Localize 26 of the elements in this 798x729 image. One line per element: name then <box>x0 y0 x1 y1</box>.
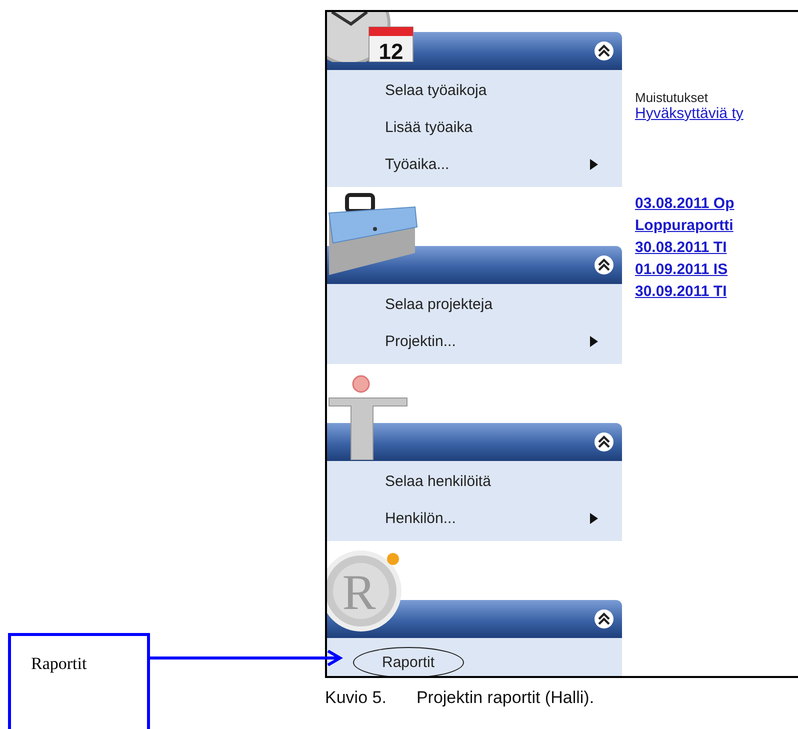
menu-item[interactable]: Työaika... <box>385 156 450 173</box>
briefcase-icon <box>327 193 419 277</box>
menu-item[interactable]: Selaa henkilöitä <box>385 473 491 490</box>
collapse-icon[interactable] <box>594 609 614 629</box>
deadline-link[interactable]: 01.09.2011 IS <box>635 260 744 279</box>
submenu-arrow-icon <box>590 513 598 524</box>
collapse-icon[interactable] <box>594 41 614 61</box>
collapse-icon[interactable] <box>594 432 614 452</box>
callout-label: Raportit <box>31 654 87 673</box>
submenu-arrow-icon <box>590 336 598 347</box>
figure-number: Kuvio 5. <box>325 688 386 708</box>
menu-item[interactable]: Projektin... <box>385 333 456 350</box>
menu-item[interactable]: Selaa työaikoja <box>385 82 487 99</box>
menu-item[interactable]: Raportit <box>382 654 435 671</box>
deadline-link[interactable]: Loppuraportti <box>635 216 744 235</box>
deadline-link[interactable]: 30.08.2011 TI <box>635 238 744 257</box>
figure-caption: Projektin raportit (Halli). <box>416 688 594 708</box>
menu-item[interactable]: Lisää työaika <box>385 119 473 136</box>
reminder-link[interactable]: Hyväksyttäviä ty <box>635 105 744 122</box>
menu-item[interactable]: Selaa projekteja <box>385 296 493 313</box>
submenu-arrow-icon <box>590 159 598 170</box>
deadline-link[interactable]: 03.08.2011 Op <box>635 194 744 213</box>
menu-item[interactable]: Henkilön... <box>385 510 456 527</box>
collapse-icon[interactable] <box>594 255 614 275</box>
reminders-heading: Muistutukset <box>635 90 709 105</box>
deadline-link[interactable]: 30.09.2011 TI <box>635 282 744 301</box>
